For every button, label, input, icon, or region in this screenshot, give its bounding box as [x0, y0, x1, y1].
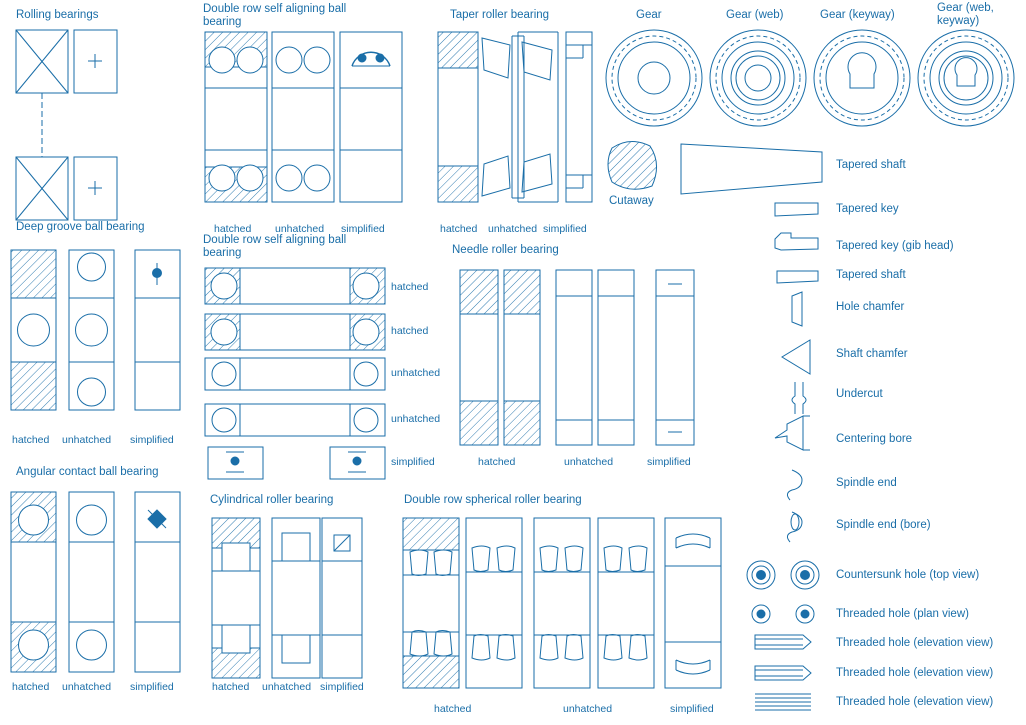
- group-title-cylindrical-roller: Cylindrical roller bearing: [210, 494, 334, 506]
- needle-roller-drawing: [459, 269, 695, 446]
- variant-label-simplified: simplified: [130, 434, 174, 446]
- variant-label-simplified: simplified: [320, 681, 364, 693]
- group-title-angular-contact: Angular contact ball bearing: [16, 466, 159, 478]
- group-title-needle-roller: Needle roller bearing: [452, 244, 559, 256]
- group-title-double-row-self-aligning-1: Double row self aligning ball bearing: [203, 3, 347, 28]
- variant-label-hatched: hatched: [478, 456, 516, 468]
- shaft-label-threaded-hole-elev-1: Threaded hole (elevation view): [836, 637, 994, 649]
- shaft-label-tapered-key-gib: Tapered key (gib head): [836, 240, 954, 252]
- variant-label-simplified: simplified: [341, 223, 385, 235]
- shaft-label-tapered-key: Tapered key: [836, 203, 899, 215]
- variant-label-hatched: hatched: [12, 681, 50, 693]
- cylindrical-roller-drawing: [211, 517, 363, 679]
- shaft-label-spindle-end: Spindle end: [836, 477, 897, 489]
- variant-label-simplified: simplified: [543, 223, 587, 235]
- shaft-label-threaded-hole-elev-2: Threaded hole (elevation view): [836, 667, 994, 679]
- group-title-deep-groove: Deep groove ball bearing: [16, 221, 145, 233]
- shaft-label-tapered-shaft-2: Tapered shaft: [836, 269, 906, 281]
- variant-label-hatched: hatched: [12, 434, 50, 446]
- gear-drawings: [605, 29, 1015, 127]
- variant-label-hatched: hatched: [214, 223, 252, 235]
- variant-label-hatched: hatched: [440, 223, 478, 235]
- shaft-label-hole-chamfer: Hole chamfer: [836, 301, 905, 313]
- variant-label-simplified: simplified: [391, 456, 435, 468]
- variant-label-hatched: hatched: [212, 681, 250, 693]
- double-row-self-aligning-horizontal-drawing: [204, 267, 386, 480]
- variant-label-unhatched: unhatched: [62, 434, 112, 446]
- cutaway-drawing: [607, 141, 657, 190]
- gear-label-plain: Gear: [636, 9, 662, 21]
- variant-label-unhatched: unhatched: [564, 456, 614, 468]
- tapered-shaft-large-drawing: [680, 143, 823, 195]
- shaft-label-shaft-chamfer: Shaft chamfer: [836, 348, 908, 360]
- variant-label-unhatched: unhatched: [563, 703, 613, 715]
- variant-label-hatched: hatched: [434, 703, 472, 715]
- shaft-label-spindle-end-bore: Spindle end (bore): [836, 519, 931, 531]
- gear-label-keyway: Gear (keyway): [820, 9, 895, 21]
- shaft-label-countersunk-hole: Countersunk hole (top view): [836, 569, 980, 581]
- variant-label-simplified: simplified: [647, 456, 691, 468]
- shaft-label-undercut: Undercut: [836, 388, 883, 400]
- variant-label-unhatched: unhatched: [262, 681, 312, 693]
- deep-groove-drawing: [10, 249, 181, 411]
- gear-label-web: Gear (web): [726, 9, 784, 21]
- shaft-label-tapered-shaft: Tapered shaft: [836, 159, 906, 171]
- angular-contact-drawing: [10, 491, 181, 673]
- taper-roller-drawing: [437, 31, 593, 203]
- variant-label-hatched: hatched: [391, 281, 429, 293]
- double-row-spherical-drawing: [402, 517, 722, 689]
- double-row-self-aligning-vertical-drawing: [204, 31, 403, 203]
- rolling-bearings-drawing: [15, 29, 118, 221]
- variant-label-unhatched: unhatched: [275, 223, 325, 235]
- shaft-label-threaded-hole-plan: Threaded hole (plan view): [836, 608, 969, 620]
- variant-label-unhatched: unhatched: [391, 367, 441, 379]
- group-title-double-row-spherical: Double row spherical roller bearing: [404, 494, 582, 506]
- shaft-label-centering-bore: Centering bore: [836, 433, 913, 445]
- group-title-rolling-bearings: Rolling bearings: [16, 9, 99, 21]
- variant-label-unhatched: unhatched: [391, 413, 441, 425]
- variant-label-unhatched: unhatched: [488, 223, 538, 235]
- right-symbols-drawing: [746, 202, 820, 711]
- variant-label-hatched: hatched: [391, 325, 429, 337]
- variant-label-simplified: simplified: [130, 681, 174, 693]
- variant-label-simplified: simplified: [670, 703, 714, 715]
- cutaway-label: Cutaway: [609, 195, 654, 207]
- variant-label-unhatched: unhatched: [62, 681, 112, 693]
- group-title-double-row-self-aligning-2: Double row self aligning ball bearing: [203, 234, 347, 259]
- group-title-taper-roller: Taper roller bearing: [450, 9, 550, 21]
- gear-label-web-keyway: Gear (web, keyway): [937, 2, 994, 27]
- shaft-label-threaded-hole-elev-3: Threaded hole (elevation view): [836, 696, 994, 708]
